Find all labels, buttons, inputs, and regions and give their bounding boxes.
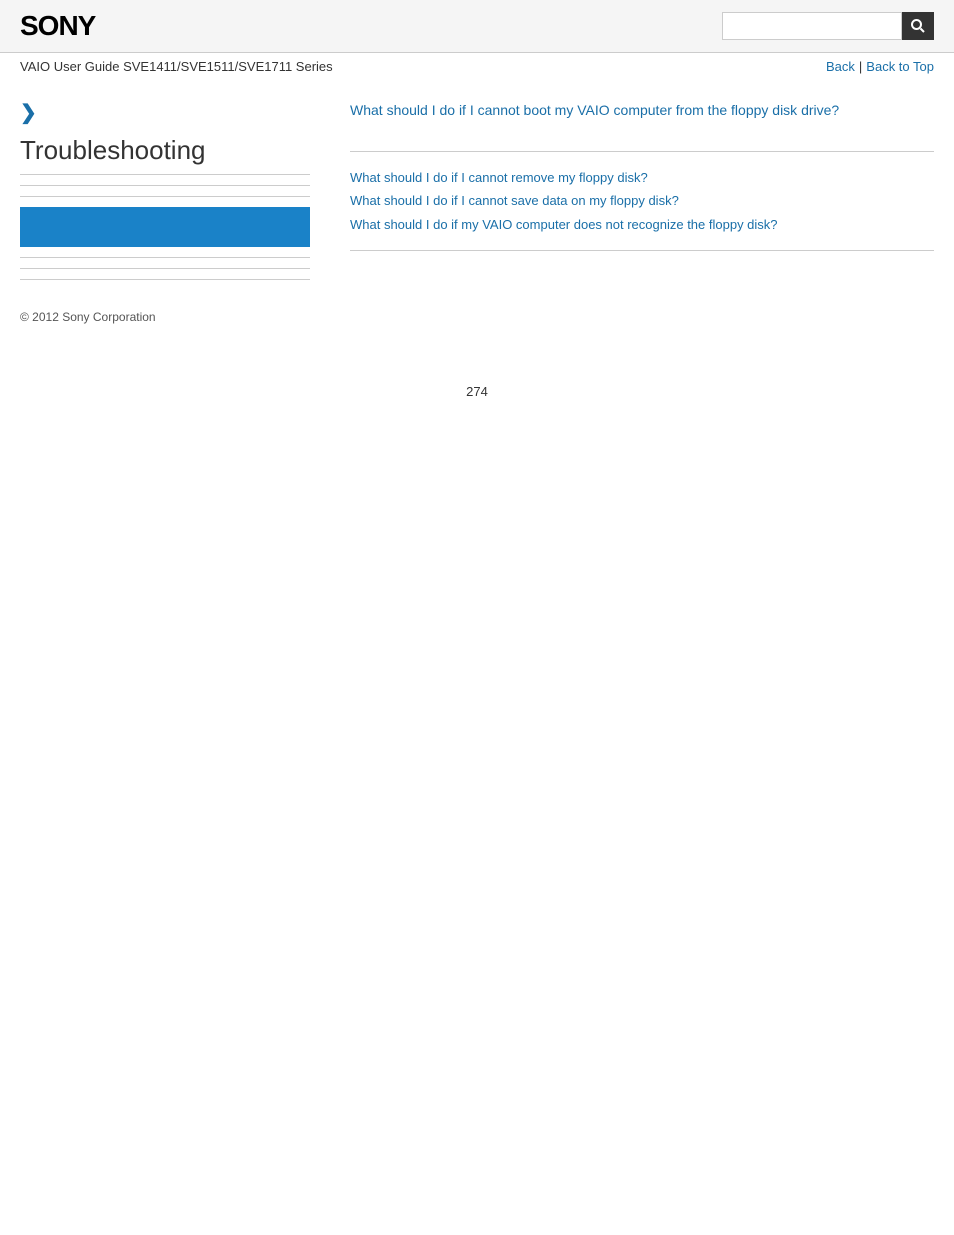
search-input[interactable] [722,12,902,40]
sony-logo: SONY [20,10,95,42]
sidebar-title: Troubleshooting [20,135,310,175]
primary-link-block: What should I do if I cannot boot my VAI… [350,100,934,121]
sidebar-divider-1 [20,185,310,186]
secondary-link-3[interactable]: What should I do if my VAIO computer doe… [350,213,934,236]
main-container: ❯ Troubleshooting © 2012 Sony Corporatio… [0,80,954,344]
back-to-top-link[interactable]: Back to Top [866,59,934,74]
search-icon [910,18,926,34]
secondary-links-block: What should I do if I cannot remove my f… [350,166,934,236]
sidebar-divider-4 [20,268,310,269]
sidebar-footer: © 2012 Sony Corporation [20,310,310,324]
back-link[interactable]: Back [826,59,855,74]
sidebar-divider-5 [20,279,310,280]
sidebar-highlight [20,207,310,247]
sidebar-divider-3 [20,257,310,258]
content-area: What should I do if I cannot boot my VAI… [330,100,934,324]
secondary-link-2[interactable]: What should I do if I cannot save data o… [350,189,934,212]
nav-separator: | [859,59,862,74]
search-area [722,12,934,40]
nav-links: Back | Back to Top [826,59,934,74]
content-divider-2 [350,250,934,251]
navbar: VAIO User Guide SVE1411/SVE1511/SVE1711 … [0,53,954,80]
search-button[interactable] [902,12,934,40]
sidebar-divider-2 [20,196,310,197]
header: SONY [0,0,954,53]
guide-title: VAIO User Guide SVE1411/SVE1511/SVE1711 … [20,59,333,74]
secondary-link-1[interactable]: What should I do if I cannot remove my f… [350,166,934,189]
sidebar: ❯ Troubleshooting © 2012 Sony Corporatio… [20,100,330,324]
page-number: 274 [0,384,954,419]
primary-link[interactable]: What should I do if I cannot boot my VAI… [350,100,934,121]
sidebar-chevron-icon: ❯ [20,100,310,125]
content-divider [350,151,934,152]
